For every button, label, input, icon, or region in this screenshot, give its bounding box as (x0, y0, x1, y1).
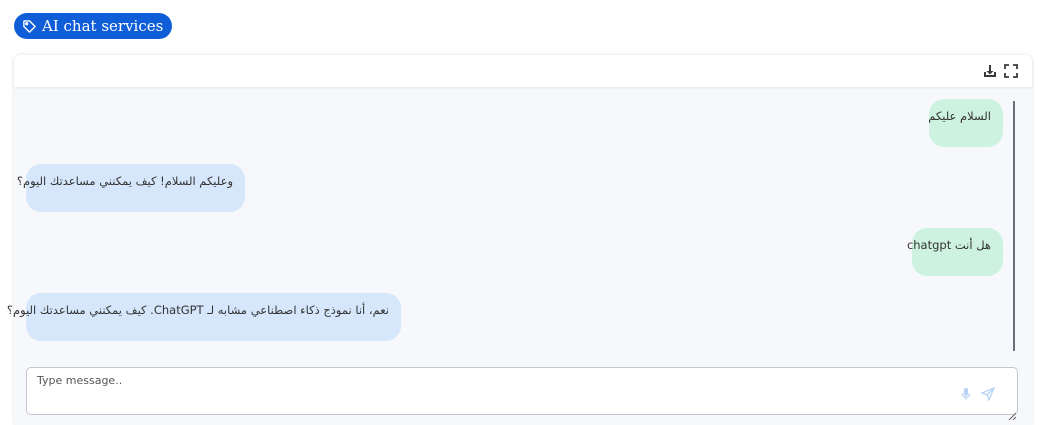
resize-handle-icon[interactable] (1008, 405, 1017, 421)
bot-message: نعم، أنا نموذج ذكاء اصطناعي مشابه لـ Cha… (7, 293, 401, 341)
message-input[interactable] (27, 368, 1017, 414)
microphone-icon[interactable] (959, 386, 973, 401)
fullscreen-icon[interactable] (1003, 63, 1019, 79)
user-message: السلام عليكم (928, 99, 1003, 147)
message-list[interactable]: السلام عليكم وعليكم السلام! كيف يمكنني م… (7, 87, 1032, 357)
panel-toolbar (14, 55, 1032, 87)
ai-chat-services-tag[interactable]: AI chat services (14, 13, 173, 39)
chat-panel: السلام عليكم وعليكم السلام! كيف يمكنني م… (7, 55, 1032, 425)
tag-icon (22, 19, 37, 34)
download-icon[interactable] (982, 63, 998, 79)
message-input-box (26, 367, 1018, 421)
scrollbar[interactable] (1013, 101, 1015, 351)
bot-message: وعليكم السلام! كيف يمكنني مساعدتك اليوم؟ (17, 164, 245, 212)
send-icon[interactable] (981, 386, 995, 401)
user-message: هل أنت chatgpt (907, 228, 1003, 276)
tag-label: AI chat services (42, 17, 164, 35)
